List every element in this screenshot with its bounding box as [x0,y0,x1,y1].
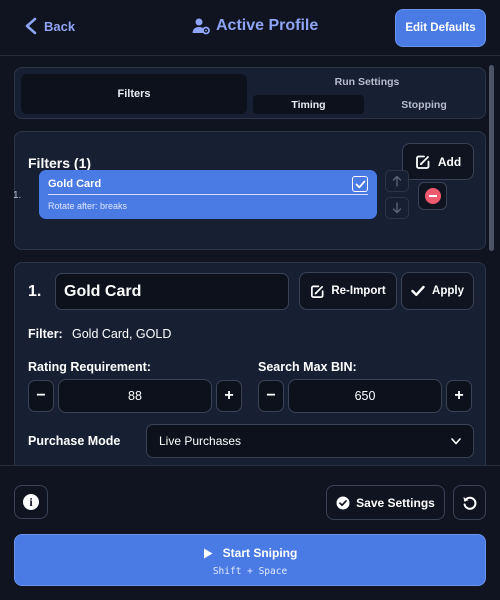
rotate-icon [463,496,476,510]
start-sniping-label: Start Sniping [222,546,298,560]
chevron-left-icon [25,17,37,35]
chevron-down-icon [451,437,461,444]
filter-query-value: Gold Card, GOLD [72,327,172,341]
add-filter-label: Add [437,154,462,169]
filter-item-divider [48,194,368,195]
filter-item-index: 1. [13,190,22,201]
max-bin-increment-button[interactable]: + [446,380,472,412]
top-bar: Back Active Profile Edit Defaults [0,0,500,56]
minus-circle-icon [424,188,441,204]
editor-index: 1. [28,283,42,300]
move-filter-down-button[interactable] [385,197,409,219]
play-icon [203,548,213,558]
reset-button[interactable] [453,485,486,520]
filters-heading: Filters (1) [28,155,92,171]
run-settings-heading: Run Settings [334,76,400,88]
check-icon [355,180,365,188]
scroll-area[interactable]: Filters Run Settings Timing Stopping Fil… [0,57,500,465]
filter-editor: 1. Re-Import Apply Filter: Gold Card, GO… [14,262,486,465]
settings-tabs: Filters Run Settings Timing Stopping [14,67,486,119]
info-icon: i [23,494,39,510]
reimport-button[interactable]: Re-Import [299,272,397,310]
edit-defaults-button[interactable]: Edit Defaults [395,9,486,47]
filter-enabled-checkbox[interactable] [352,176,368,192]
rating-input[interactable] [58,379,212,413]
start-sniping-row: Start Sniping [15,546,485,560]
start-sniping-button[interactable]: Start Sniping Shift + Space [14,534,486,586]
rating-decrement-button[interactable]: − [28,380,54,412]
square-plus-icon [415,155,430,169]
max-bin-label: Search Max BIN: [258,360,357,374]
page-title-text: Active Profile [216,17,319,34]
tab-stopping[interactable]: Stopping [367,95,481,114]
tab-filters[interactable]: Filters [21,74,247,114]
purchase-mode-value: Live Purchases [159,434,242,448]
import-icon [311,285,324,298]
add-filter-button[interactable]: Add [402,143,474,180]
arrow-down-icon [392,202,402,214]
filter-query-label: Filter: [28,327,63,341]
filter-item-subtitle: Rotate after: breaks [48,201,128,211]
remove-filter-button[interactable] [418,182,447,210]
save-settings-label: Save Settings [356,495,435,510]
filter-item-gold-card[interactable]: Gold Card Rotate after: breaks [39,170,377,219]
bottom-bar: i Save Settings Start Sniping Shift + Sp… [0,465,500,600]
check-icon [411,285,425,296]
filter-name-input[interactable] [55,273,289,310]
max-bin-input[interactable] [288,379,442,413]
purchase-mode-label: Purchase Mode [28,434,121,448]
reimport-label: Re-Import [331,285,386,297]
arrow-up-icon [392,175,402,187]
back-button[interactable]: Back [24,17,75,35]
purchase-mode-select[interactable]: Live Purchases [146,424,474,458]
filter-item-name: Gold Card [48,178,102,190]
rating-requirement-label: Rating Requirement: [28,360,151,374]
info-button[interactable]: i [14,485,48,519]
apply-label: Apply [432,285,464,297]
page-title: Active Profile [192,17,318,35]
scrollbar-thumb[interactable] [489,65,494,251]
back-label: Back [44,18,76,34]
rating-increment-button[interactable]: + [216,380,242,412]
check-circle-icon [336,496,350,509]
user-gear-icon [192,18,210,35]
max-bin-decrement-button[interactable]: − [258,380,284,412]
save-settings-button[interactable]: Save Settings [326,485,445,520]
start-shortcut-hint: Shift + Space [212,566,288,577]
tab-timing[interactable]: Timing [253,95,364,114]
apply-button[interactable]: Apply [401,272,474,310]
move-filter-up-button[interactable] [385,170,409,192]
